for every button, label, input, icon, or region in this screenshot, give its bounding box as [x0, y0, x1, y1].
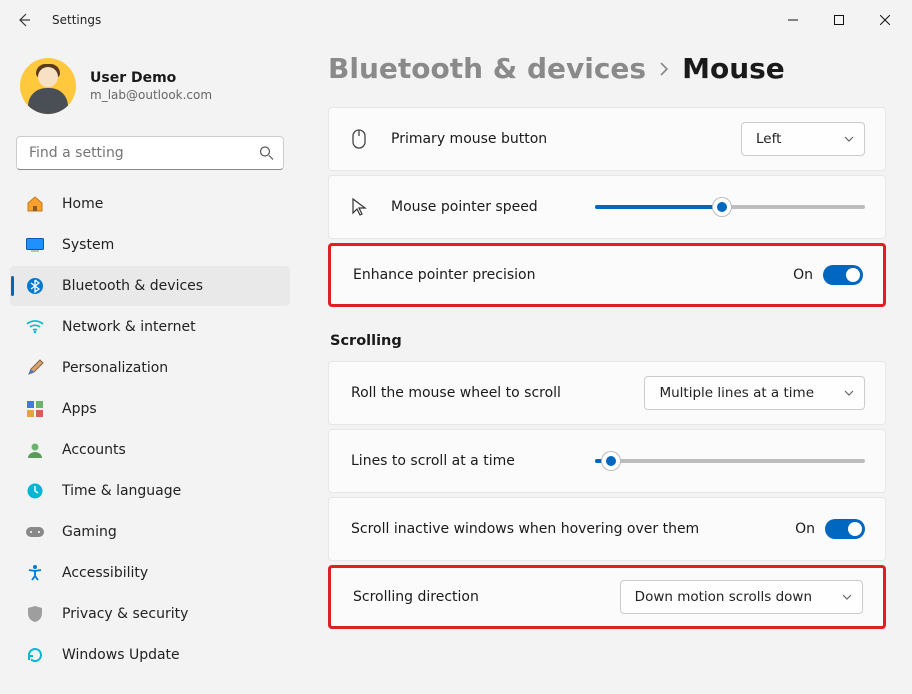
dropdown-value: Multiple lines at a time — [659, 385, 814, 401]
nav-label: Time & language — [62, 483, 181, 499]
nav-time-language[interactable]: Time & language — [10, 471, 290, 511]
dropdown-value: Left — [756, 131, 781, 147]
gamepad-icon — [24, 521, 46, 543]
setting-label: Roll the mouse wheel to scroll — [351, 385, 561, 401]
scroll-direction-row: Scrolling direction Down motion scrolls … — [328, 565, 886, 629]
setting-label: Mouse pointer speed — [391, 199, 538, 215]
content: Bluetooth & devices Mouse Primary mouse … — [300, 40, 912, 694]
user-name: User Demo — [90, 70, 212, 86]
pointer-speed-row: Mouse pointer speed — [328, 175, 886, 239]
chevron-right-icon — [658, 60, 670, 78]
maximize-button[interactable] — [816, 0, 862, 40]
system-icon — [24, 234, 46, 256]
setting-label: Primary mouse button — [391, 131, 547, 147]
scrolling-section-title: Scrolling — [330, 333, 886, 349]
wheel-scroll-row: Roll the mouse wheel to scroll Multiple … — [328, 361, 886, 425]
breadcrumb-parent[interactable]: Bluetooth & devices — [328, 52, 646, 85]
nav-windows-update[interactable]: Windows Update — [10, 635, 290, 675]
toggle-state: On — [795, 521, 815, 537]
nav-label: System — [62, 237, 114, 253]
back-button[interactable] — [4, 0, 44, 40]
scroll-direction-dropdown[interactable]: Down motion scrolls down — [620, 580, 863, 614]
chevron-down-icon — [844, 390, 854, 396]
dropdown-value: Down motion scrolls down — [635, 589, 812, 605]
pointer-speed-slider[interactable] — [595, 197, 865, 217]
update-icon — [24, 644, 46, 666]
nav-label: Privacy & security — [62, 606, 188, 622]
nav-label: Accounts — [62, 442, 126, 458]
enhance-precision-row: Enhance pointer precision On — [328, 243, 886, 307]
nav-list: Home System Bluetooth & devices Network … — [10, 184, 290, 675]
shield-icon — [24, 603, 46, 625]
nav-label: Windows Update — [62, 647, 180, 663]
clock-icon — [24, 480, 46, 502]
nav-label: Bluetooth & devices — [62, 278, 203, 294]
nav-bluetooth-devices[interactable]: Bluetooth & devices — [10, 266, 290, 306]
nav-accessibility[interactable]: Accessibility — [10, 553, 290, 593]
chevron-down-icon — [842, 594, 852, 600]
cursor-icon — [349, 198, 369, 216]
lines-scroll-row: Lines to scroll at a time — [328, 429, 886, 493]
nav-gaming[interactable]: Gaming — [10, 512, 290, 552]
nav-label: Apps — [62, 401, 97, 417]
mouse-icon — [349, 129, 369, 149]
search-icon — [259, 146, 274, 161]
nav-privacy-security[interactable]: Privacy & security — [10, 594, 290, 634]
user-block[interactable]: User Demo m_lab@outlook.com — [10, 52, 290, 126]
breadcrumb-current: Mouse — [682, 52, 785, 85]
titlebar: Settings — [0, 0, 912, 40]
nav-network[interactable]: Network & internet — [10, 307, 290, 347]
minimize-button[interactable] — [770, 0, 816, 40]
person-icon — [24, 439, 46, 461]
primary-mouse-button-row: Primary mouse button Left — [328, 107, 886, 171]
nav-system[interactable]: System — [10, 225, 290, 265]
nav-accounts[interactable]: Accounts — [10, 430, 290, 470]
inactive-hover-toggle[interactable] — [825, 519, 865, 539]
setting-label: Lines to scroll at a time — [351, 453, 515, 469]
search-wrap — [16, 136, 284, 170]
primary-button-dropdown[interactable]: Left — [741, 122, 865, 156]
sidebar: User Demo m_lab@outlook.com Home System … — [0, 40, 300, 694]
toggle-state: On — [793, 267, 813, 283]
brush-icon — [24, 357, 46, 379]
accessibility-icon — [24, 562, 46, 584]
nav-apps[interactable]: Apps — [10, 389, 290, 429]
nav-label: Home — [62, 196, 103, 212]
nav-personalization[interactable]: Personalization — [10, 348, 290, 388]
bluetooth-icon — [24, 275, 46, 297]
chevron-down-icon — [844, 136, 854, 142]
window-title: Settings — [52, 13, 101, 27]
apps-icon — [24, 398, 46, 420]
setting-label: Scroll inactive windows when hovering ov… — [351, 521, 699, 537]
nav-label: Accessibility — [62, 565, 148, 581]
setting-label: Enhance pointer precision — [353, 267, 536, 283]
enhance-precision-toggle[interactable] — [823, 265, 863, 285]
nav-label: Network & internet — [62, 319, 196, 335]
nav-label: Personalization — [62, 360, 168, 376]
lines-scroll-slider[interactable] — [595, 451, 865, 471]
avatar — [20, 58, 76, 114]
nav-label: Gaming — [62, 524, 117, 540]
inactive-hover-row: Scroll inactive windows when hovering ov… — [328, 497, 886, 561]
setting-label: Scrolling direction — [353, 589, 479, 605]
wheel-scroll-dropdown[interactable]: Multiple lines at a time — [644, 376, 865, 410]
user-email: m_lab@outlook.com — [90, 88, 212, 102]
wifi-icon — [24, 316, 46, 338]
nav-home[interactable]: Home — [10, 184, 290, 224]
breadcrumb: Bluetooth & devices Mouse — [328, 52, 886, 85]
search-input[interactable] — [16, 136, 284, 170]
window-controls — [770, 0, 908, 40]
close-button[interactable] — [862, 0, 908, 40]
home-icon — [24, 193, 46, 215]
